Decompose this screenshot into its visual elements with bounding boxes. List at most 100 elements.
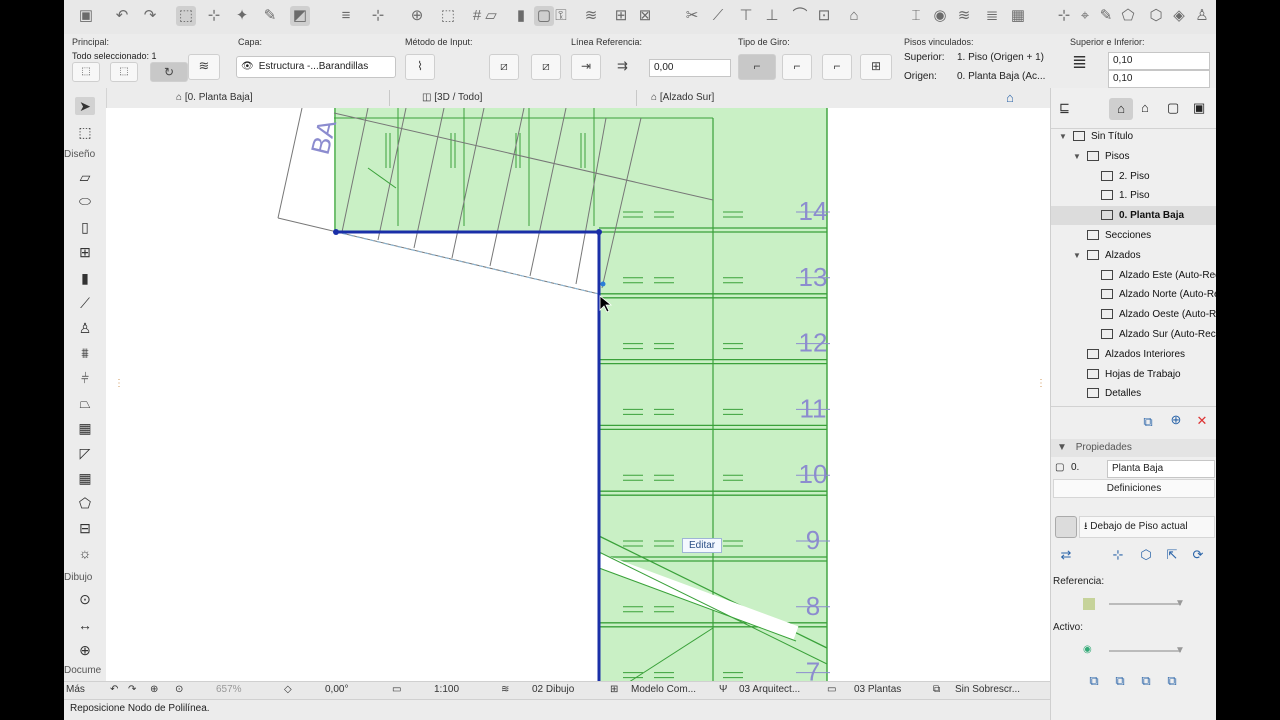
turn-type-4-button[interactable]: ⊞	[860, 54, 892, 80]
beam-tool-icon[interactable]: ⟋	[75, 294, 95, 312]
ref-tool-2-icon[interactable]: ⧉	[1111, 672, 1129, 690]
pen-set[interactable]: 03 Arquitect...	[739, 684, 800, 695]
gravity-icon[interactable]: ≡	[336, 6, 356, 26]
cut-icon[interactable]: ✂	[682, 6, 702, 26]
reference-offset-field[interactable]: 0,00	[649, 59, 731, 77]
navigator-menu-icon[interactable]: ⊑	[1059, 100, 1070, 116]
select-all-button[interactable]: ⬚	[72, 62, 100, 82]
reset-ref-icon[interactable]: ⟳	[1189, 546, 1207, 564]
mirror-icon[interactable]: ⌖	[1075, 6, 1095, 26]
pick-up-icon[interactable]: ✎	[260, 6, 280, 26]
layer-selector[interactable]: 👁 Estructura -...Barandillas	[236, 56, 396, 78]
angle-value[interactable]: 0,00°	[325, 684, 348, 695]
tree-item[interactable]: Secciones	[1051, 226, 1216, 245]
selected-polyline[interactable]	[336, 230, 601, 684]
layout-view-button[interactable]	[1055, 516, 1077, 538]
explode-icon[interactable]: ⊥	[762, 6, 782, 26]
tree-item[interactable]: ▼ Sin Título	[1051, 127, 1216, 146]
rotate-view-icon[interactable]: ◇	[284, 684, 292, 695]
move-ref-icon[interactable]: ⊹	[1109, 546, 1127, 564]
cursor-snap-icon[interactable]: ▮	[511, 6, 531, 26]
rotate-ref-icon[interactable]: ⬡	[1137, 546, 1155, 564]
publisher-icon[interactable]: ▣	[1193, 100, 1205, 116]
wall-tool-icon[interactable]: ▱	[75, 168, 95, 186]
fit-window-icon[interactable]: ⊙	[175, 684, 183, 695]
3d-icon[interactable]: ♙	[1192, 6, 1212, 26]
save-icon[interactable]: ▣	[76, 6, 96, 26]
reference-slider-handle[interactable]: ▼	[1175, 598, 1185, 609]
navigator-toggle-icon[interactable]: ⌂	[1006, 90, 1014, 105]
reference-swatch[interactable]	[1083, 598, 1095, 610]
mirror-ref-icon[interactable]: ⇱	[1163, 546, 1181, 564]
trace-ref-icon[interactable]: ⊹	[204, 6, 224, 26]
project-map-icon[interactable]: ⌂	[1109, 98, 1133, 120]
expand-toggle-icon[interactable]: ▼	[1073, 147, 1081, 166]
tree-item[interactable]: Alzado Este (Auto-Rec	[1051, 266, 1216, 285]
arrow-tool-icon[interactable]: ➤	[75, 97, 95, 115]
active-slider-handle[interactable]: ▼	[1175, 645, 1185, 656]
zone-tool-icon[interactable]: ⊟	[75, 519, 95, 537]
morph-tool-icon[interactable]: ⬠	[75, 494, 95, 512]
undo-view-icon[interactable]: ↶	[110, 684, 118, 695]
reference-slider[interactable]	[1109, 603, 1181, 605]
rotate-icon[interactable]: ⊹	[1054, 6, 1074, 26]
level-dimension-icon[interactable]: ⊙	[75, 590, 95, 608]
straight-stair-button[interactable]: ⧄	[489, 54, 519, 80]
origen-value[interactable]: 0. Planta Baja (Ac...	[957, 71, 1045, 82]
ref-tool-3-icon[interactable]: ⧉	[1137, 672, 1155, 690]
snap-points-icon[interactable]: ⊕	[407, 6, 427, 26]
active-color-icon[interactable]: ◉	[1083, 644, 1092, 655]
tab-planta-baja[interactable]: ⌂ [0. Planta Baja]	[176, 88, 253, 108]
expand-toggle-icon[interactable]: ▼	[1073, 246, 1081, 265]
curtain-wall-tool-icon[interactable]: ▦	[75, 469, 95, 487]
roof-tool-icon[interactable]: ⏢	[75, 394, 95, 412]
drawing-canvas[interactable]: BA 14 13 12 11 10 9 8 7 Editar ⋮ ⋮	[106, 108, 1050, 684]
swap-icon[interactable]: ⇄	[1057, 546, 1075, 564]
object-tool-icon[interactable]: ♙	[75, 319, 95, 337]
view-map-icon[interactable]: ⌂	[1141, 100, 1149, 115]
tree-item[interactable]: Hojas de Trabajo	[1051, 365, 1216, 384]
lock-icon[interactable]: ⚿	[551, 6, 571, 26]
turn-type-3-button[interactable]: ⌐	[822, 54, 852, 80]
tree-item[interactable]: Detalles	[1051, 384, 1216, 403]
marquee-arrow-icon[interactable]: ◩	[290, 6, 310, 26]
redo-view-icon[interactable]: ↷	[128, 684, 136, 695]
lamp-tool-icon[interactable]: ☼	[75, 544, 95, 562]
door-tool-icon[interactable]: ▯	[75, 218, 95, 236]
ref-line-button[interactable]: ⇥	[571, 54, 601, 80]
skylight-tool-icon[interactable]: ◸	[75, 444, 95, 462]
ref-tool-1-icon[interactable]: ⧉	[1085, 672, 1103, 690]
railing-tool-icon[interactable]: ⫩	[75, 369, 95, 387]
fillet-icon[interactable]: ⌒	[790, 6, 810, 26]
delete-icon[interactable]: ✕	[1193, 412, 1211, 430]
tree-item[interactable]: Alzado Sur (Auto-Rec	[1051, 325, 1216, 344]
tree-item[interactable]: Alzados Interiores	[1051, 345, 1216, 364]
scroll-handle-right[interactable]: ⋮	[1036, 378, 1046, 389]
magic-wand-icon[interactable]: ✦	[232, 6, 252, 26]
scroll-handle-left[interactable]: ⋮	[114, 378, 124, 389]
turn-type-1-button[interactable]: ⌐	[738, 54, 776, 80]
tools-icon[interactable]: ⌶	[906, 6, 926, 26]
resize-icon[interactable]: ⊡	[814, 6, 834, 26]
add-icon[interactable]: ⊕	[1167, 411, 1185, 429]
undo-icon[interactable]: ↶	[112, 6, 132, 26]
story-name-field[interactable]: Planta Baja	[1107, 460, 1215, 478]
curved-stair-button[interactable]: ⧄	[531, 54, 561, 80]
favorites-button[interactable]: ≋	[188, 54, 220, 80]
tree-item[interactable]: ▼ Alzados	[1051, 246, 1216, 265]
marquee-button[interactable]: ⬚	[110, 62, 138, 82]
superior-value[interactable]: 1. Piso (Origen + 1)	[957, 52, 1044, 63]
ruler-icon[interactable]: ▱	[481, 6, 501, 26]
tree-item[interactable]: Alzado Norte (Auto-Re	[1051, 285, 1216, 304]
tree-item[interactable]: 1. Piso	[1051, 186, 1216, 205]
tree-item[interactable]: 0. Planta Baja	[1051, 206, 1216, 226]
adjust-icon[interactable]: ⊠	[635, 6, 655, 26]
tree-item[interactable]: Alzado Oeste (Auto-R	[1051, 305, 1216, 324]
marquee-tool-icon[interactable]: ⬚	[75, 123, 95, 141]
active-slider[interactable]	[1109, 650, 1181, 652]
window-tool-icon[interactable]: ⊞	[75, 243, 95, 261]
drag-icon[interactable]: ✎	[1096, 6, 1116, 26]
fill-icon[interactable]: ◈	[1169, 6, 1189, 26]
redo-icon[interactable]: ↷	[140, 6, 160, 26]
wall-icon[interactable]: ≋	[954, 6, 974, 26]
